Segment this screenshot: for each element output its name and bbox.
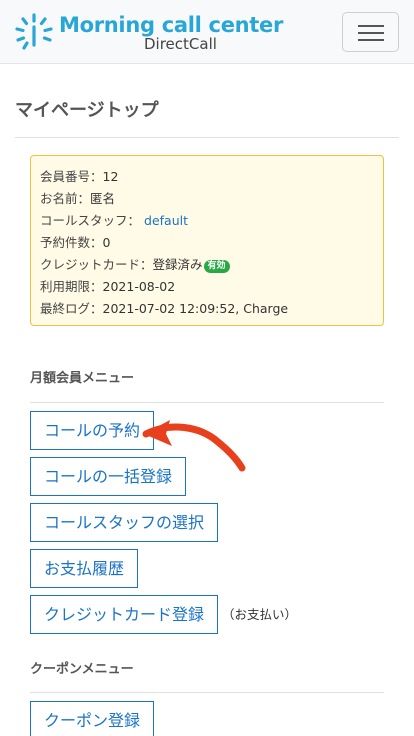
call-staff-label: コールスタッフ： (40, 213, 141, 228)
credit-valid-badge: 有効 (203, 260, 230, 273)
last-log-label: 最終ログ： (40, 301, 103, 316)
hamburger-icon (358, 39, 384, 41)
member-info-box: 会員番号：12 お名前：匿名 コールスタッフ： default 予約件数：0 クレ… (30, 155, 384, 326)
payment-history-button[interactable]: お支払履歴 (30, 549, 139, 588)
monthly-menu-divider (30, 402, 384, 403)
brand-subtitle: DirectCall (144, 35, 217, 53)
member-name-row: お名前：匿名 (40, 188, 374, 210)
member-name-value: 匿名 (90, 191, 116, 206)
sunrise-logo-icon (15, 13, 53, 50)
reservation-count-row: 予約件数：0 (40, 232, 374, 254)
select-call-staff-button[interactable]: コールスタッフの選択 (30, 503, 219, 542)
payment-note: （お支払い） (222, 607, 298, 622)
last-log-value: 2021-07-02 12:09:52, Charge (102, 301, 289, 316)
member-name-label: お名前： (40, 191, 91, 206)
last-log-row: 最終ログ：2021-07-02 12:09:52, Charge (40, 298, 374, 320)
hamburger-menu-button[interactable] (342, 12, 399, 52)
credit-card-label: クレジットカード： (40, 257, 153, 272)
member-number-row: 会員番号：12 (40, 166, 374, 188)
expiry-row: 利用期限：2021-08-02 (40, 276, 374, 298)
reservation-count-label: 予約件数： (40, 235, 103, 250)
page-title: マイページトップ (15, 100, 159, 121)
annotation-arrow-icon (142, 420, 246, 472)
coupon-menu-divider (30, 692, 384, 693)
reservation-count-value: 0 (102, 235, 111, 250)
register-credit-card-button[interactable]: クレジットカード登録 (30, 595, 219, 634)
member-number-value: 12 (102, 169, 119, 184)
expiry-value: 2021-08-02 (102, 279, 176, 294)
expiry-label: 利用期限： (40, 279, 103, 294)
navbar: Morning call center DirectCall (0, 0, 414, 64)
register-coupon-button[interactable]: クーポン登録 (30, 701, 155, 736)
call-staff-row: コールスタッフ： default (40, 210, 374, 232)
credit-card-row: クレジットカード：登録済み 有効 (40, 254, 374, 276)
brand-name: Morning call center (59, 13, 284, 37)
hamburger-icon (358, 32, 384, 34)
hamburger-icon (358, 25, 384, 27)
credit-card-status: 登録済み (152, 257, 203, 272)
reserve-call-button[interactable]: コールの予約 (30, 411, 155, 450)
monthly-menu-heading: 月額会員メニュー (30, 371, 135, 386)
coupon-menu-heading: クーポンメニュー (30, 662, 134, 677)
title-divider (15, 137, 399, 138)
call-staff-link[interactable]: default (144, 213, 188, 228)
brand-link[interactable]: Morning call center DirectCall (14, 12, 283, 53)
member-number-label: 会員番号： (40, 169, 103, 184)
